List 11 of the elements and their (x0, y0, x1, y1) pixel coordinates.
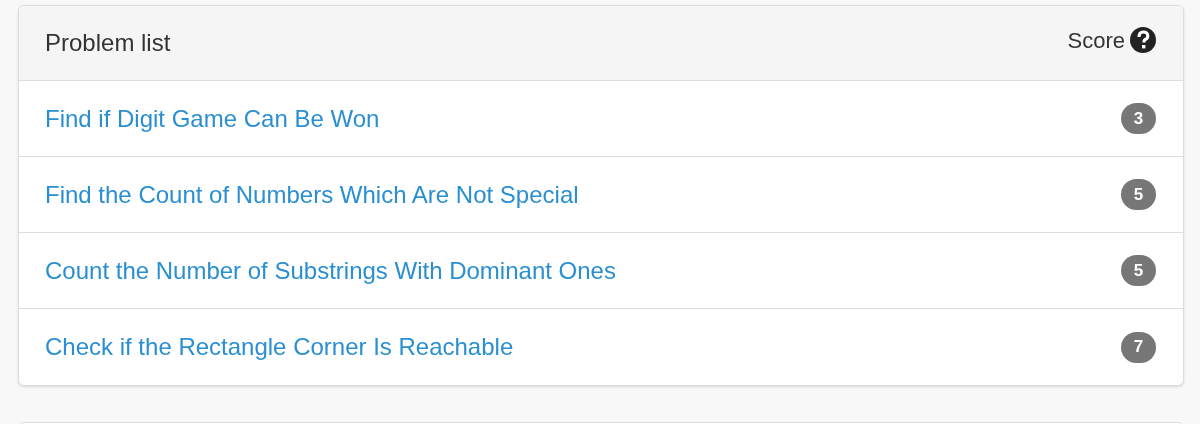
problem-link[interactable]: Check if the Rectangle Corner Is Reachable (45, 329, 514, 365)
problem-link[interactable]: Find the Count of Numbers Which Are Not Special (45, 176, 579, 213)
problem-link[interactable]: Find if Digit Game Can Be Won (45, 100, 380, 137)
problem-link[interactable]: Count the Number of Substrings With Dominant Ones (45, 252, 616, 289)
score-badge: 7 (1121, 331, 1156, 363)
help-icon[interactable] (1130, 27, 1156, 53)
panel-title: Problem list (45, 28, 171, 58)
score-badge: 5 (1121, 255, 1156, 286)
score-badge: 5 (1121, 179, 1156, 210)
score-label: Score (1067, 26, 1125, 55)
score-badge: 3 (1121, 103, 1156, 134)
